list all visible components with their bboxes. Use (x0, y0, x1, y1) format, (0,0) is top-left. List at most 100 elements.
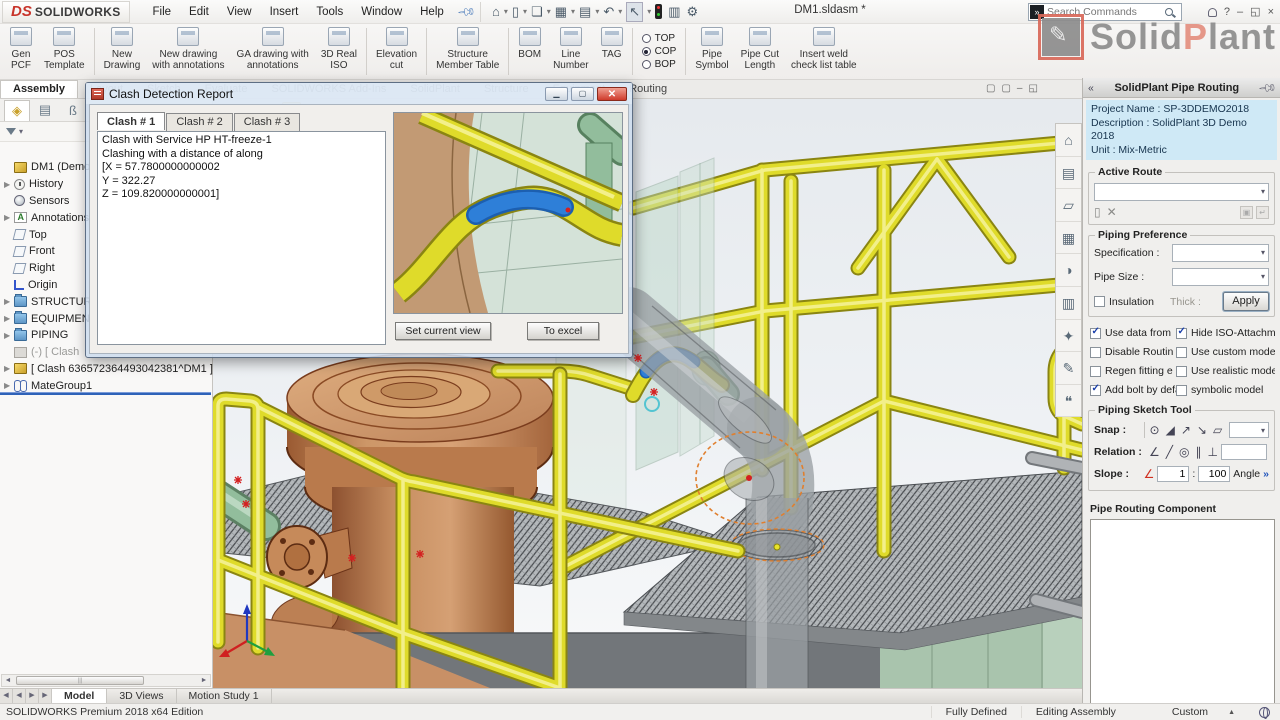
dialog-title-bar[interactable]: Clash Detection Report ▁ ▢ ✕ (86, 83, 632, 104)
option-use-realistic-model[interactable]: Use realistic model (1176, 365, 1275, 377)
snap-center-icon[interactable]: ⊙ (1150, 423, 1160, 437)
relation-concentric-icon[interactable]: ◎ (1179, 445, 1189, 459)
option-regen-fitting-e[interactable]: Regen fitting e (1090, 365, 1176, 377)
rollback-bar[interactable] (0, 392, 211, 395)
clash-detection-dialog[interactable]: Clash Detection Report ▁ ▢ ✕ Clash # 1Cl… (85, 82, 633, 358)
task-scheduler-icon[interactable]: ▥ (668, 3, 680, 21)
select-arrow-icon[interactable]: ↖ (626, 2, 643, 22)
checkbox-icon[interactable] (1090, 385, 1101, 396)
option-add-bolt-by-default[interactable]: Add bolt by default (1090, 384, 1176, 396)
pipe-cut-length-button[interactable]: Pipe CutLength (735, 24, 785, 79)
new-route-icon[interactable]: ▯ (1094, 205, 1101, 219)
solidworks-resources-icon[interactable]: ⌂ (1056, 124, 1081, 157)
view-palette-icon[interactable]: ▦ (1056, 222, 1081, 255)
clash-report-text[interactable]: Clash with Service HP HT-freeze-1Clashin… (97, 131, 386, 345)
expand-arrow-icon[interactable]: ▶ (4, 381, 14, 390)
snap-along-down-icon[interactable]: ↘ (1197, 423, 1207, 437)
radio-top[interactable]: TOP (642, 33, 677, 44)
comments-icon[interactable]: ❝ (1056, 385, 1081, 418)
new-drawing-button[interactable]: NewDrawing (98, 24, 147, 79)
slope-denominator-input[interactable] (1198, 466, 1230, 482)
pos-template-button[interactable]: POSTemplate (38, 24, 91, 79)
specification-select[interactable] (1172, 244, 1269, 262)
more-options-icon[interactable]: » (1263, 468, 1269, 480)
previous-window-icon[interactable]: ▢ (986, 83, 995, 96)
filter-icon[interactable] (6, 128, 16, 135)
status-custom[interactable]: Custom (1158, 706, 1222, 718)
pipe-end-point[interactable] (774, 544, 780, 550)
home-icon[interactable]: ⌂ (492, 3, 500, 21)
relation-line-icon[interactable]: ╱ (1166, 445, 1173, 459)
dialog-restore-icon[interactable]: ▢ (571, 87, 594, 101)
dropdown-caret-icon[interactable]: ▾ (647, 7, 651, 16)
bop-radio-icon[interactable] (642, 60, 651, 69)
ga-drawing-with-annotations-button[interactable]: GA drawing withannotations (231, 24, 315, 79)
relation-angle-icon[interactable]: ∠ (1149, 445, 1160, 459)
3d-real-iso-button[interactable]: 3D RealISO (315, 24, 363, 79)
cop-radio-icon[interactable] (642, 47, 651, 56)
pipe-symbol-button[interactable]: PipeSymbol (689, 24, 734, 79)
relation-input[interactable] (1221, 444, 1267, 460)
pipe-size-select[interactable] (1172, 268, 1269, 286)
units-globe-icon[interactable] (1259, 707, 1270, 718)
top-radio-icon[interactable] (642, 34, 651, 43)
insulation-checkbox[interactable] (1094, 296, 1105, 307)
snap-corner-icon[interactable]: ◢ (1166, 423, 1175, 437)
menu-view[interactable]: View (218, 3, 261, 21)
dropdown-caret-icon[interactable]: ▾ (523, 7, 527, 16)
slope-angle-icon[interactable]: ∠ (1144, 467, 1155, 481)
solidplant-library-icon[interactable]: ✎ (1056, 352, 1081, 385)
scroll-left-icon[interactable]: ◄ (2, 677, 14, 684)
bom-button[interactable]: BOM (512, 24, 547, 79)
scroll-thumb[interactable]: ||| (16, 676, 144, 685)
checkbox-icon[interactable] (1176, 328, 1187, 339)
expand-arrow-icon[interactable]: ▶ (4, 331, 14, 340)
tab-assembly[interactable]: Assembly (0, 80, 78, 98)
clash-tab-3[interactable]: Clash # 3 (234, 113, 300, 131)
dropdown-caret-icon[interactable]: ▾ (504, 7, 508, 16)
route-option1-icon[interactable]: ▣ (1240, 206, 1253, 219)
option-hide-iso-attachment[interactable]: Hide ISO-Attachment (1176, 327, 1275, 339)
next-window-icon[interactable]: ▢ (1001, 83, 1010, 96)
pipe-center-point[interactable] (746, 475, 752, 481)
menu-help[interactable]: Help (411, 3, 453, 21)
dropdown-caret-icon[interactable]: ▾ (547, 7, 551, 16)
dropdown-caret-icon[interactable]: ▾ (618, 7, 622, 16)
dialog-minimize-icon[interactable]: ▁ (545, 87, 568, 101)
last-tab-icon[interactable]: ▶ (39, 689, 52, 703)
property-manager-tab-icon[interactable]: ▤ (32, 100, 58, 120)
undo-icon[interactable]: ↶ (603, 3, 614, 21)
design-library-icon[interactable]: ▤ (1056, 157, 1081, 190)
tree-item--clash-636572364493042381-dm[interactable]: ▶[ Clash 636572364493042381^DM1 ]<1> (0, 361, 213, 378)
configuration-manager-tab-icon[interactable]: ß (60, 101, 86, 120)
expand-arrow-icon[interactable]: ▶ (4, 364, 14, 373)
slope-numerator-input[interactable] (1157, 466, 1189, 482)
apply-button[interactable]: Apply (1223, 292, 1269, 311)
elevation-cut-button[interactable]: Elevationcut (370, 24, 423, 79)
file-explorer-icon[interactable]: ▱ (1056, 189, 1081, 222)
expand-arrow-icon[interactable]: ▶ (4, 213, 14, 222)
scroll-right-icon[interactable]: ► (198, 677, 210, 684)
set-current-view-button[interactable]: Set current view (395, 322, 491, 340)
open-icon[interactable]: ❏ (531, 3, 543, 21)
pin-panel-icon[interactable]: 📌︎ (1257, 77, 1278, 98)
clash-tab-1[interactable]: Clash # 1 (97, 112, 165, 130)
options-icon[interactable]: ⚙ (687, 3, 699, 21)
appearances-scenes-icon[interactable]: ◑ (1056, 254, 1081, 287)
option-symbolic-model[interactable]: symbolic model (1176, 384, 1275, 396)
pin-menu-icon[interactable]: 📌︎ (456, 1, 477, 22)
relation-parallel-icon[interactable]: ∥ (1195, 445, 1201, 459)
snap-along-up-icon[interactable]: ↗ (1181, 423, 1191, 437)
filter-caret-icon[interactable]: ▾ (19, 127, 23, 136)
view-tab-3d-views[interactable]: 3D Views (107, 689, 176, 703)
radio-bop[interactable]: BOP (642, 59, 677, 70)
line-number-button[interactable]: LineNumber (547, 24, 595, 79)
snap-plane-icon[interactable]: ▱ (1213, 423, 1222, 437)
minimize-document-icon[interactable]: – (1017, 83, 1023, 96)
expand-arrow-icon[interactable]: ▶ (4, 180, 14, 189)
route-option2-icon[interactable]: ↵ (1256, 206, 1269, 219)
checkbox-icon[interactable] (1176, 347, 1187, 358)
feature-manager-tab-icon[interactable]: ◈ (4, 100, 30, 121)
radio-cop[interactable]: COP (642, 46, 677, 57)
dropdown-caret-icon[interactable]: ▾ (571, 7, 575, 16)
